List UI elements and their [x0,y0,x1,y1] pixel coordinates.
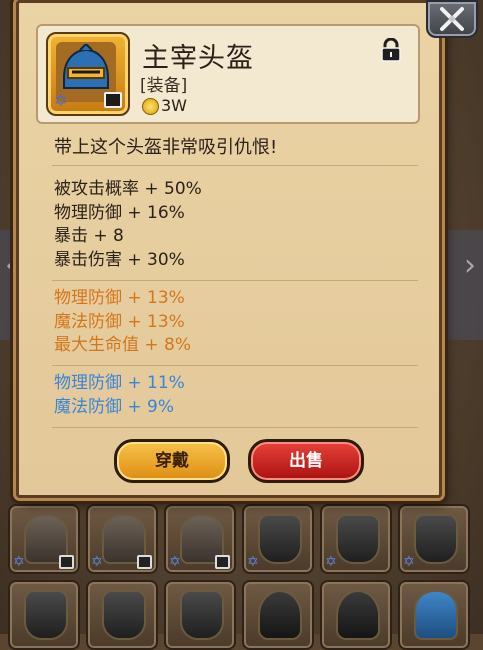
inventory-slot[interactable]: ✡ [320,504,392,574]
shield-icon [102,590,146,640]
inventory-slot[interactable]: ✡ [8,504,80,574]
inventory-slot[interactable] [398,580,470,650]
item-name: 主宰头盔 [142,43,254,74]
hood-icon [258,590,302,640]
inventory-slot[interactable]: ✡ [86,504,158,574]
star-icon: ✡ [13,554,25,570]
stat-line: 暴击伤害 + 30% [54,249,185,270]
item-header-card: ✡ 主宰头盔 [装备] 3W [36,24,420,124]
item-type: [装备] [140,76,188,96]
divider [52,165,418,166]
next-arrow-icon[interactable]: › [459,248,481,284]
base-stats: 被攻击概率 + 50% 物理防御 + 16% 暴击 + 8 暴击伤害 + 30% [54,178,202,272]
inventory-slot[interactable]: ✡ [242,504,314,574]
lock-icon [104,92,122,108]
lock-icon [137,555,152,569]
item-icon[interactable]: ✡ [46,32,130,116]
stat-line: 物理防御 + 16% [54,202,185,223]
star-icon: ✡ [403,554,415,570]
hood-icon [336,590,380,640]
stat-line: 物理防御 + 13% [54,288,185,308]
crossed-swords-icon [440,7,464,31]
inventory-slot[interactable] [242,580,314,650]
gold-coin-icon [142,98,159,115]
stat-line: 魔法防御 + 13% [54,311,185,332]
inventory-grid: ✡ ✡ ✡ ✡ ✡ ✡ [8,500,478,650]
padlock-icon[interactable] [380,38,402,62]
inventory-slot[interactable]: ✡ [164,504,236,574]
star-icon: ✡ [169,554,181,570]
shield-icon [258,514,302,564]
item-price: 3W [161,96,187,115]
inventory-slot[interactable] [164,580,236,650]
shield-icon [414,514,458,564]
item-description: 带上这个头盔非常吸引仇恨! [54,137,278,158]
stat-line: 物理防御 + 11% [54,373,185,393]
star-icon: ✡ [247,554,259,570]
inventory-slot[interactable] [86,580,158,650]
inventory-slot[interactable] [8,580,80,650]
divider [52,280,418,281]
divider [52,427,418,428]
star-icon: ✡ [325,554,337,570]
lock-icon [59,555,74,569]
star-icon: ✡ [91,554,103,570]
sell-button[interactable]: 出售 [248,439,364,483]
bonus-stats-blue: 物理防御 + 11% 魔法防御 + 9% [54,372,185,419]
inventory-slot[interactable]: ✡ [398,504,470,574]
divider [52,365,418,366]
lock-icon [215,555,230,569]
shield-icon [24,590,68,640]
stat-line: 魔法防御 + 9% [54,396,175,417]
stat-line: 最大生命值 + 8% [54,335,192,355]
stat-line: 被攻击概率 + 50% [54,179,202,199]
equip-button[interactable]: 穿戴 [114,439,230,483]
shield-icon [180,590,224,640]
close-button[interactable] [426,0,478,38]
shield-icon [336,514,380,564]
bonus-stats-orange: 物理防御 + 13% 魔法防御 + 13% 最大生命值 + 8% [54,287,191,358]
star-icon: ✡ [54,91,68,110]
stat-line: 暴击 + 8 [54,226,124,246]
helmet-icon [414,590,458,640]
inventory-slot[interactable] [320,580,392,650]
